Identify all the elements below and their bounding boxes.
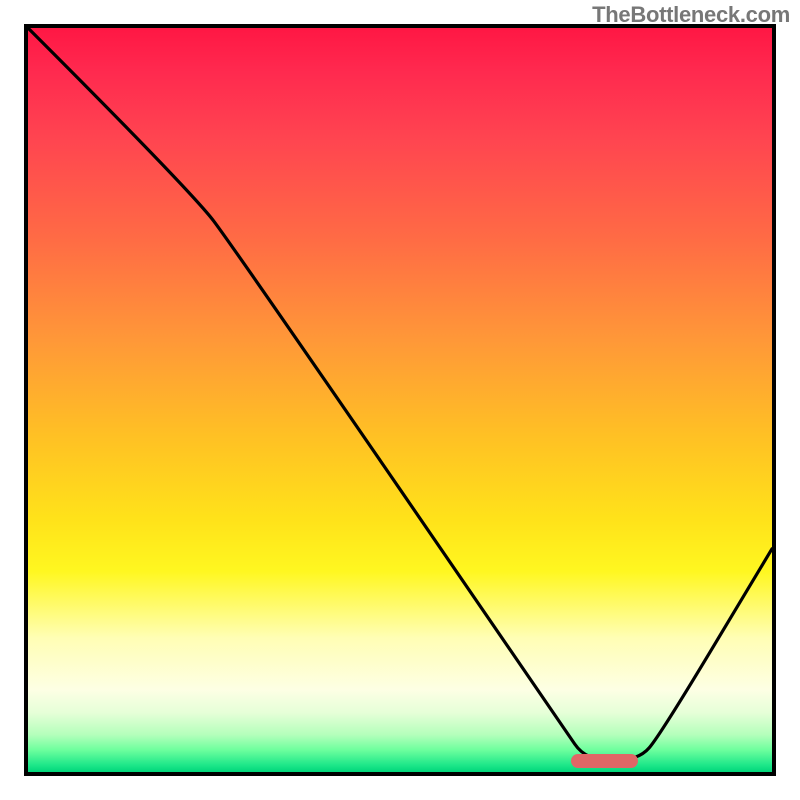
optimum-marker [571,754,638,768]
watermark-text: TheBottleneck.com [592,2,790,28]
gradient-background [28,28,772,772]
chart-container: TheBottleneck.com [0,0,800,800]
plot-area [24,24,776,776]
